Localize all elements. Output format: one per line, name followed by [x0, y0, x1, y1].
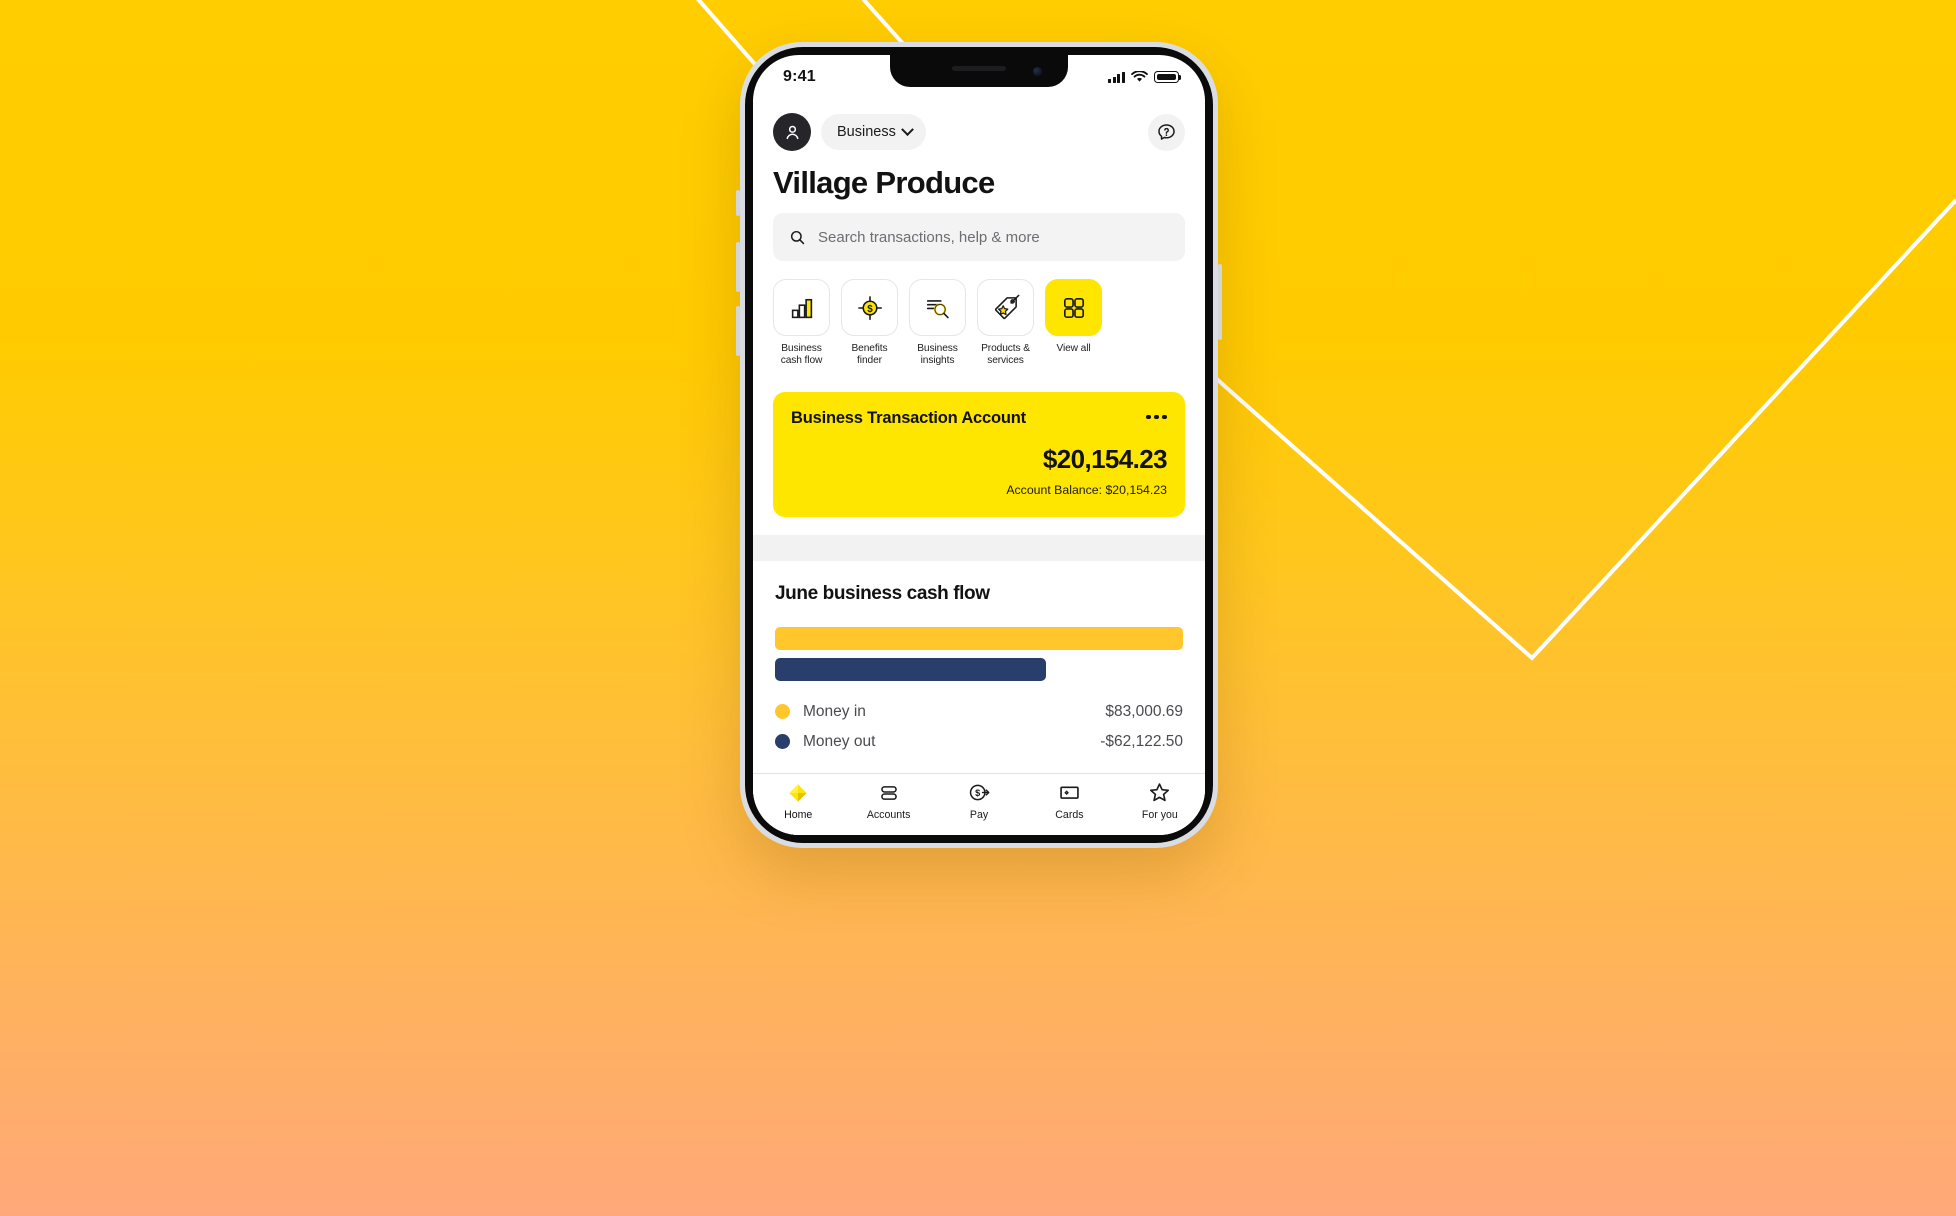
- battery-full-icon: [1154, 71, 1182, 83]
- signal-bars-icon: [1108, 71, 1125, 83]
- chevron-down-icon: [900, 122, 914, 136]
- quick-action-products-services[interactable]: Products & services: [977, 279, 1034, 368]
- phone-notch: [890, 55, 1068, 87]
- front-camera: [1033, 67, 1042, 76]
- status-bar-time: 9:41: [783, 68, 816, 85]
- quick-action-label: Products & services: [981, 343, 1030, 367]
- grid-squares-icon: [1063, 297, 1084, 318]
- quick-action-label: View all: [1056, 343, 1091, 354]
- account-balance-subtitle: Account Balance: $20,154.23: [1006, 482, 1167, 497]
- help-chat-icon: [1158, 123, 1175, 140]
- legend-dot-money-out: [775, 734, 790, 750]
- account-card-header: Business Transaction Account: [791, 409, 1167, 428]
- earpiece-speaker: [952, 66, 1006, 71]
- app-top-bar: Business: [753, 99, 1205, 157]
- phone-screen: 9:41 Business Village Produce Search tra…: [753, 55, 1205, 835]
- more-options-icon[interactable]: [1146, 409, 1167, 420]
- svg-text:$: $: [975, 788, 980, 798]
- search-input[interactable]: Search transactions, help & more: [773, 213, 1185, 261]
- phone-volume-up-button[interactable]: [736, 242, 740, 292]
- quick-action-benefits-finder[interactable]: $ Benefits finder: [841, 279, 898, 368]
- section-divider: [753, 534, 1205, 561]
- profile-switcher-label: Business: [837, 124, 896, 140]
- phone-silence-switch[interactable]: [736, 190, 740, 216]
- quick-action-tile: [1045, 279, 1102, 336]
- quick-action-tile: $: [841, 279, 898, 336]
- magnifier-insights-icon: [926, 299, 949, 318]
- account-card[interactable]: Business Transaction Account $20,154.23 …: [773, 391, 1185, 517]
- legend-label: Money in: [803, 702, 866, 720]
- account-name: Business Transaction Account: [791, 408, 1026, 427]
- bottom-tab-bar: Home Accounts $ Pay Cards For you: [753, 773, 1205, 835]
- legend-row-money-in: Money in $83,000.69: [775, 703, 1183, 721]
- quick-action-label: Benefits finder: [851, 343, 888, 367]
- diamond-home-icon: [787, 781, 809, 804]
- quick-action-tile: [773, 279, 830, 336]
- bar-money-out: [775, 657, 1047, 681]
- phone-mockup: 9:41 Business Village Produce Search tra…: [736, 42, 1222, 848]
- accounts-stack-icon: [878, 781, 900, 804]
- tab-label: Cards: [1055, 809, 1084, 821]
- tab-label: Pay: [969, 809, 989, 821]
- quick-actions-row: Business cash flow $ Benefits finder Bus…: [753, 261, 1205, 376]
- price-tag-star-icon: [994, 294, 1019, 319]
- card-icon: [1058, 781, 1081, 804]
- quick-action-label: Business cash flow: [780, 343, 823, 367]
- help-button[interactable]: [1148, 113, 1185, 151]
- phone-volume-down-button[interactable]: [736, 306, 740, 356]
- app-container: Business Village Produce Search transact…: [753, 99, 1205, 835]
- bar-money-in: [775, 626, 1183, 650]
- quick-action-tile: [977, 279, 1034, 336]
- person-avatar-icon: [786, 125, 798, 139]
- legend-dot-money-in: [775, 704, 790, 720]
- cash-flow-legend: Money in $83,000.69 Money out -$62,122.5…: [775, 703, 1183, 751]
- tab-cards[interactable]: Cards: [1024, 781, 1114, 821]
- legend-label: Money out: [803, 732, 876, 750]
- quick-action-business-insights[interactable]: Business insights: [909, 279, 966, 368]
- status-bar-icons: [1108, 71, 1182, 83]
- pay-dollar-arrow-icon: $: [968, 781, 991, 804]
- tab-accounts[interactable]: Accounts: [843, 781, 933, 821]
- account-amount: $20,154.23: [1042, 443, 1168, 474]
- tab-pay[interactable]: $ Pay: [934, 781, 1024, 821]
- search-icon: [790, 230, 805, 244]
- bar-chart-icon: [791, 298, 812, 318]
- tab-label: Accounts: [866, 809, 911, 821]
- tab-home[interactable]: Home: [753, 781, 843, 821]
- app-scroll-area: Business Village Produce Search transact…: [753, 99, 1205, 773]
- tab-for-you[interactable]: For you: [1115, 781, 1205, 821]
- quick-action-label: Business insights: [917, 343, 958, 367]
- cash-flow-title: June business cash flow: [775, 582, 990, 604]
- profile-switcher-chip[interactable]: Business: [821, 114, 926, 150]
- quick-action-view-all[interactable]: View all: [1045, 279, 1102, 368]
- star-icon: [1148, 781, 1171, 804]
- phone-power-button[interactable]: [1218, 264, 1222, 340]
- wifi-icon: [1131, 71, 1148, 82]
- page-title: Village Produce: [773, 165, 995, 200]
- dollar-target-icon: $: [857, 295, 882, 320]
- search-placeholder: Search transactions, help & more: [818, 228, 1040, 246]
- cash-flow-section: June business cash flow Money in $83,000…: [753, 561, 1205, 751]
- tab-label: For you: [1141, 809, 1178, 821]
- tab-label: Home: [784, 809, 813, 821]
- avatar[interactable]: [773, 113, 811, 151]
- quick-action-tile: [909, 279, 966, 336]
- legend-value: $83,000.69: [1105, 702, 1183, 720]
- legend-value: -$62,122.50: [1100, 732, 1183, 750]
- cash-flow-bar-chart: [775, 626, 1183, 681]
- svg-text:$: $: [867, 304, 873, 315]
- legend-row-money-out: Money out -$62,122.50: [775, 733, 1183, 751]
- quick-action-business-cash-flow[interactable]: Business cash flow: [773, 279, 830, 368]
